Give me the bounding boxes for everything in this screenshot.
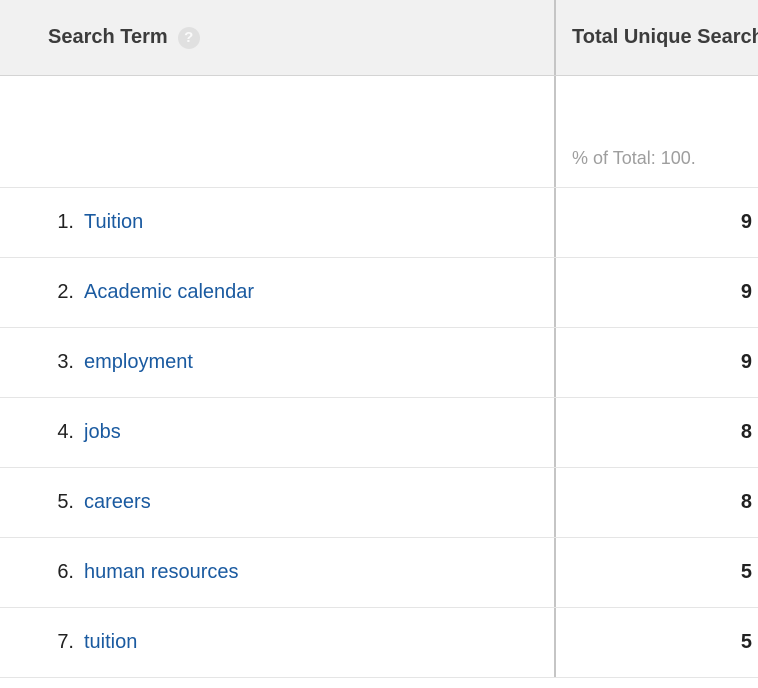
row-number: 1.	[22, 211, 74, 234]
help-icon[interactable]: ?	[178, 27, 200, 49]
search-term-link[interactable]: Academic calendar	[84, 281, 254, 304]
table-cell-search-term: 1. Tuition	[0, 188, 556, 257]
metric-value: 9	[741, 281, 752, 304]
table-cell-value: 5	[556, 608, 758, 677]
table-row: 1. Tuition 9	[0, 188, 758, 258]
table-cell-search-term: 4. jobs	[0, 398, 556, 467]
table-header-row: Search Term ? Total Unique Search	[0, 0, 758, 76]
table-row: 2. Academic calendar 9	[0, 258, 758, 328]
search-term-link[interactable]: jobs	[84, 421, 121, 444]
table-cell-value: 9	[556, 258, 758, 327]
summary-cell-left	[0, 76, 556, 187]
search-term-link[interactable]: careers	[84, 491, 151, 514]
row-number: 4.	[22, 421, 74, 444]
table-cell-value: 9	[556, 188, 758, 257]
table-cell-value: 5	[556, 538, 758, 607]
summary-cell-right: % of Total: 100.	[556, 76, 758, 187]
table-cell-search-term: 7. tuition	[0, 608, 556, 677]
metric-value: 9	[741, 351, 752, 374]
table-cell-value: 9	[556, 328, 758, 397]
search-term-link[interactable]: tuition	[84, 631, 137, 654]
metric-value: 5	[741, 631, 752, 654]
row-number: 5.	[22, 491, 74, 514]
table-row: 7. tuition 5	[0, 608, 758, 678]
row-number: 6.	[22, 561, 74, 584]
table-cell-value: 8	[556, 468, 758, 537]
table-row: 4. jobs 8	[0, 398, 758, 468]
search-term-link[interactable]: Tuition	[84, 211, 143, 234]
metric-value: 5	[741, 561, 752, 584]
metric-value: 8	[741, 421, 752, 444]
row-number: 2.	[22, 281, 74, 304]
percent-of-total-label: % of Total: 100.	[572, 148, 696, 169]
metric-value: 9	[741, 211, 752, 234]
table-row: 5. careers 8	[0, 468, 758, 538]
row-number: 3.	[22, 351, 74, 374]
search-term-link[interactable]: human resources	[84, 561, 239, 584]
table-cell-search-term: 6. human resources	[0, 538, 556, 607]
table-row: 6. human resources 5	[0, 538, 758, 608]
search-term-link[interactable]: employment	[84, 351, 193, 374]
row-number: 7.	[22, 631, 74, 654]
column-header-label: Search Term	[48, 26, 168, 49]
table-row: 3. employment 9	[0, 328, 758, 398]
table-cell-search-term: 5. careers	[0, 468, 556, 537]
summary-row: % of Total: 100.	[0, 76, 758, 188]
metric-value: 8	[741, 491, 752, 514]
column-header-total-unique-searches[interactable]: Total Unique Search	[556, 0, 758, 75]
table-cell-value: 8	[556, 398, 758, 467]
column-header-label: Total Unique Search	[572, 26, 758, 49]
search-terms-table: Search Term ? Total Unique Search % of T…	[0, 0, 758, 678]
table-cell-search-term: 2. Academic calendar	[0, 258, 556, 327]
table-cell-search-term: 3. employment	[0, 328, 556, 397]
column-header-search-term[interactable]: Search Term ?	[0, 0, 556, 75]
